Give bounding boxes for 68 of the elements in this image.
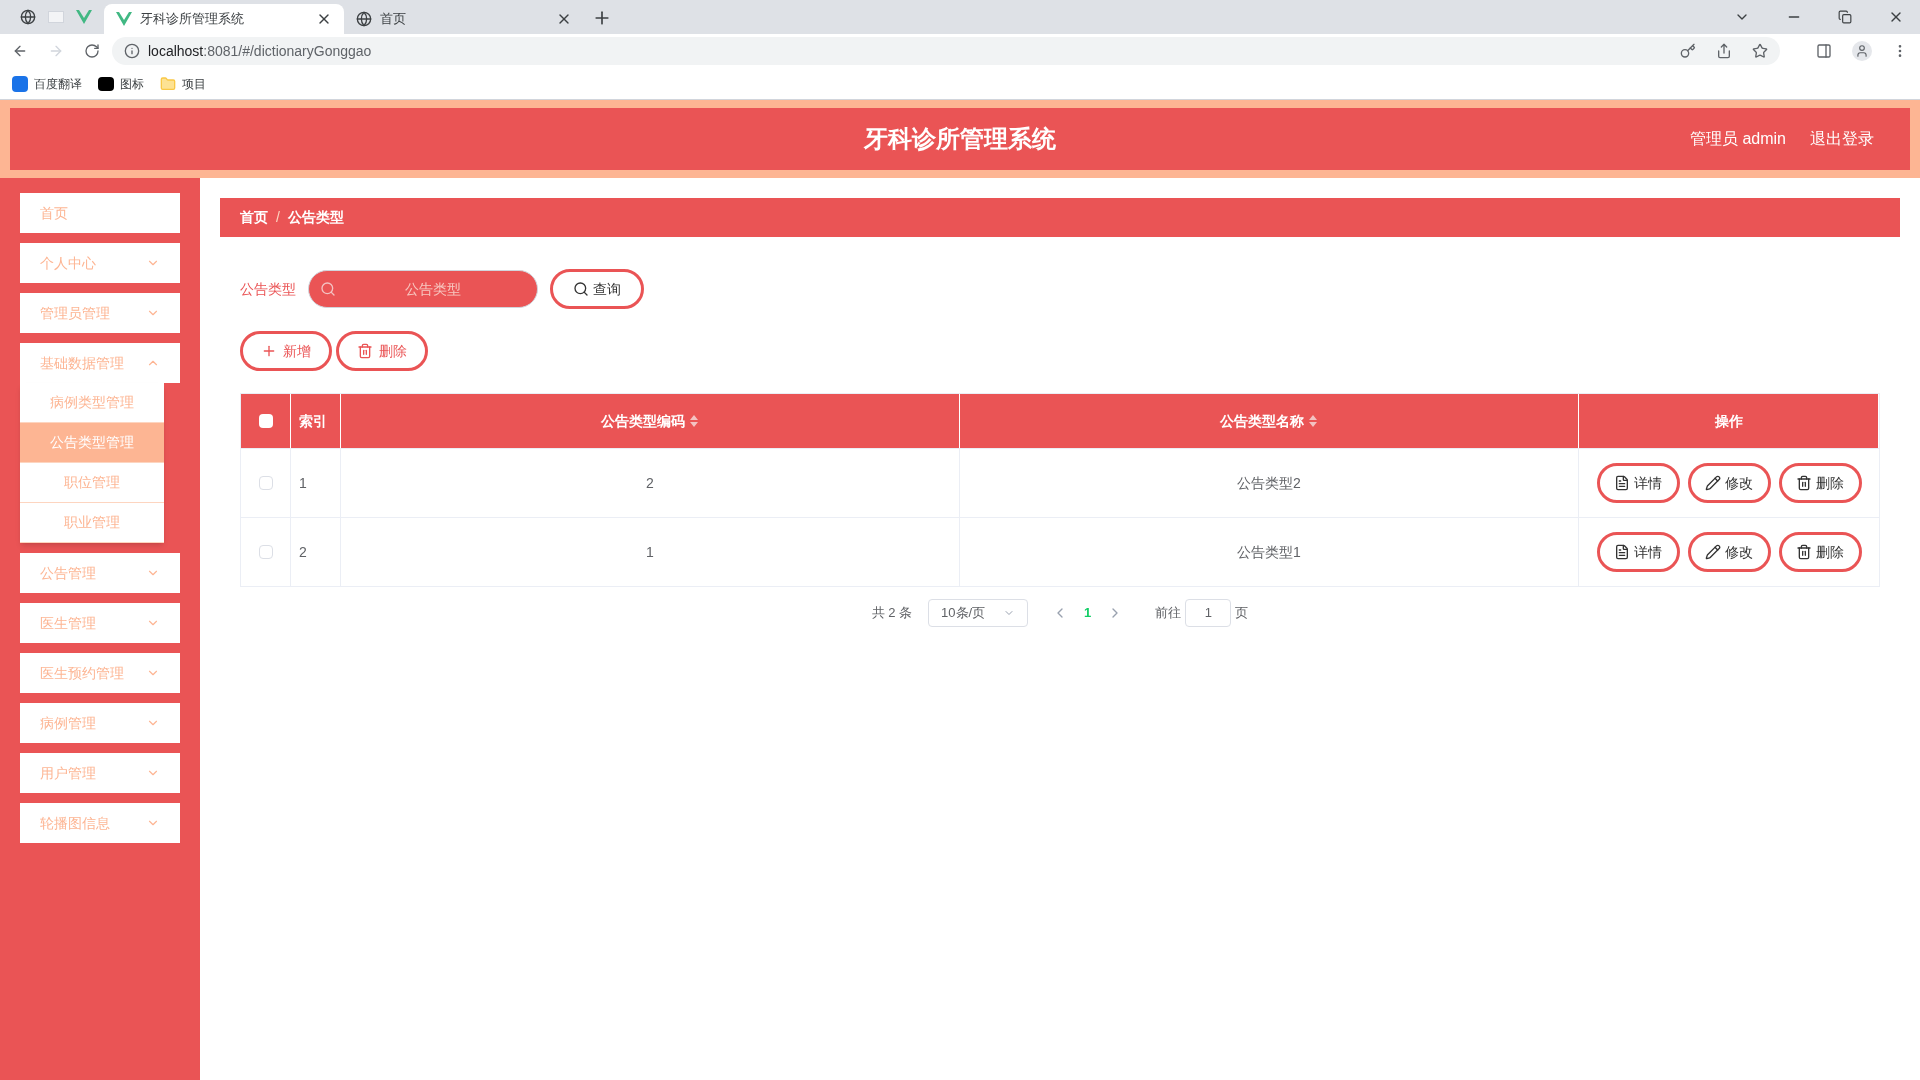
document-icon: [1614, 475, 1630, 491]
trash-icon: [357, 343, 373, 359]
trash-icon: [1796, 544, 1812, 560]
document-icon: [1614, 544, 1630, 560]
delete-button[interactable]: 删除: [1778, 532, 1862, 572]
edit-button[interactable]: 修改: [1687, 463, 1771, 503]
plus-icon: [261, 343, 277, 359]
star-icon[interactable]: [1752, 43, 1768, 59]
tab-title: 首页: [380, 10, 407, 29]
user-label: 管理员 admin: [1689, 129, 1786, 149]
bookmark[interactable]: 项目: [160, 74, 206, 93]
side-panel-icon[interactable]: [1816, 43, 1832, 59]
detail-button[interactable]: 详情: [1596, 463, 1680, 503]
row-checkbox[interactable]: [258, 545, 273, 559]
logout-link[interactable]: 退出登录: [1810, 127, 1874, 151]
table-cell-text: 1: [299, 473, 307, 493]
row-checkbox[interactable]: [258, 476, 273, 490]
delete-button[interactable]: 删除: [1778, 463, 1862, 503]
query-button[interactable]: 查询: [550, 269, 644, 309]
bookmark[interactable]: 图标: [98, 74, 144, 93]
globe-icon: [356, 11, 372, 27]
table-cell-text: 公告类型2: [1237, 473, 1301, 493]
column-header: 索引: [299, 411, 327, 431]
select-all-checkbox[interactable]: [258, 414, 273, 428]
trash-icon: [1796, 475, 1812, 491]
table-cell-text: 2: [646, 473, 654, 493]
bookmark[interactable]: 百度翻译: [12, 74, 82, 93]
address-bar[interactable]: localhost:8081/#/dictionaryGonggao: [112, 37, 1780, 65]
back-icon[interactable]: [12, 43, 28, 59]
goto-label: 前往: [1155, 604, 1182, 623]
breadcrumb-link[interactable]: 首页: [240, 207, 268, 228]
table-cell-text: 1: [646, 542, 654, 562]
column-header[interactable]: 公告类型编码: [601, 410, 685, 432]
browser-tab[interactable]: 首页: [344, 4, 584, 34]
search-icon: [320, 281, 336, 297]
profile-icon[interactable]: [1852, 41, 1872, 61]
page-suffix: 页: [1235, 604, 1249, 623]
search-field[interactable]: 公告类型: [308, 270, 538, 308]
info-icon: [124, 43, 140, 59]
reload-icon[interactable]: [84, 43, 100, 59]
edit-button[interactable]: 修改: [1687, 532, 1771, 572]
total-count: 共 2 条: [871, 604, 913, 623]
pencil-icon: [1705, 475, 1721, 491]
page-input[interactable]: 1: [1185, 599, 1232, 627]
breadcrumb-separator: /: [276, 208, 280, 227]
v-logo-icon: [116, 12, 132, 26]
search-icon: [573, 281, 589, 297]
app-title: 牙科诊所管理系统: [864, 124, 1056, 154]
key-icon[interactable]: [1680, 43, 1696, 59]
table-cell-text: 2: [299, 542, 307, 562]
restore-icon[interactable]: [1838, 10, 1852, 24]
folder-icon: [160, 75, 176, 92]
delete-button[interactable]: 删除: [336, 331, 428, 371]
add-button[interactable]: 新增: [240, 331, 332, 371]
detail-button[interactable]: 详情: [1596, 532, 1680, 572]
tab-title: 牙科诊所管理系统: [140, 10, 245, 29]
table-cell-text: 公告类型1: [1237, 542, 1301, 562]
page-size-select[interactable]: 10条/页: [928, 599, 1029, 627]
share-icon[interactable]: [1716, 43, 1732, 59]
breadcrumb-link[interactable]: 公告类型: [287, 207, 344, 228]
search-label: 公告类型: [240, 279, 296, 299]
url-text: localhost:8081/#/dictionaryGonggao: [148, 41, 372, 61]
pencil-icon: [1705, 544, 1721, 560]
browser-tab[interactable]: 牙科诊所管理系统: [104, 4, 344, 34]
column-header: 操作: [1714, 411, 1743, 431]
column-header[interactable]: 公告类型名称: [1220, 410, 1304, 432]
page-number[interactable]: 1: [1084, 603, 1092, 623]
globe-icon[interactable]: [20, 9, 36, 25]
